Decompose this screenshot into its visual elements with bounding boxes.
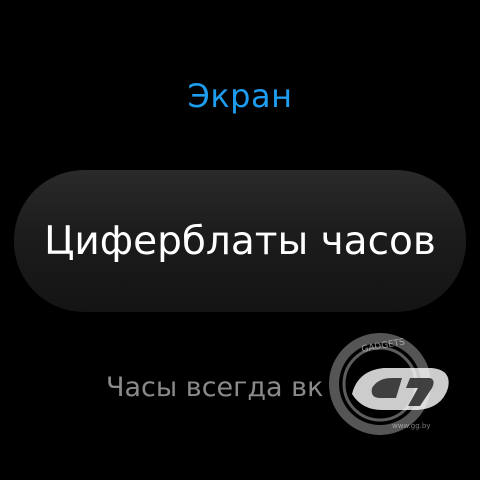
- svg-text:www.gg.by: www.gg.by: [392, 422, 430, 430]
- menu-item-watch-faces[interactable]: Циферблаты часов: [14, 170, 466, 312]
- watch-screen: Экран Циферблаты часов Часы всегда вк GA…: [0, 0, 480, 480]
- menu-item-label: Циферблаты часов: [44, 218, 436, 264]
- watermark-logo-icon: GADGETS www.gg.by: [329, 333, 449, 435]
- menu-item-label: Часы всегда вк: [106, 371, 324, 403]
- screen-title: Экран: [187, 77, 293, 115]
